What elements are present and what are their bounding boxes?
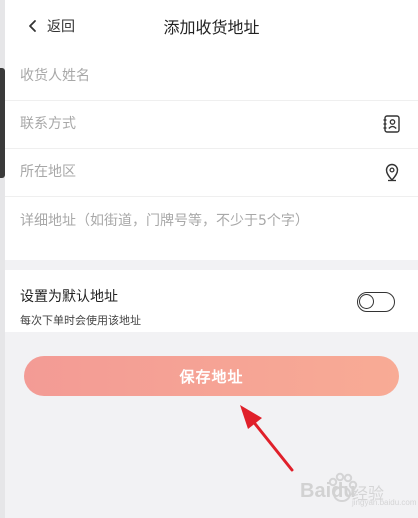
default-address-toggle[interactable] [357, 292, 395, 312]
toggle-knob [359, 294, 374, 309]
region-input[interactable] [20, 148, 370, 196]
phone-row [5, 100, 418, 149]
name-row [5, 52, 418, 101]
detail-address-input[interactable] [20, 210, 370, 250]
phone-input[interactable] [20, 100, 370, 148]
default-address-card: 设置为默认地址 每次下单时会使用该地址 [5, 270, 418, 332]
address-form [5, 52, 418, 260]
watermark-url: jingyan.baidu.com [352, 498, 417, 507]
detail-row [5, 196, 418, 256]
page-title: 添加收货地址 [163, 18, 260, 37]
watermark-logo-text: Baidu [300, 480, 356, 502]
default-address-subtitle: 每次下单时会使用该地址 [20, 314, 141, 327]
region-row [5, 148, 418, 197]
baidu-jingyan-watermark: Baidu 经验 jingyan.baidu.com [300, 468, 416, 512]
location-pin-icon[interactable] [382, 162, 402, 182]
save-address-button[interactable]: 保存地址 [24, 356, 399, 396]
default-address-title: 设置为默认地址 [20, 289, 118, 305]
contacts-book-icon[interactable] [382, 114, 402, 134]
recipient-name-input[interactable] [20, 52, 370, 100]
header-bar: 返回 添加收货地址 [5, 0, 418, 53]
